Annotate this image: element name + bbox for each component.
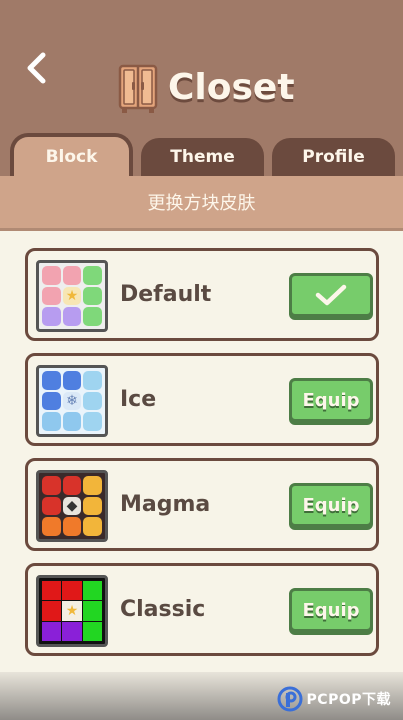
equip-button-classic[interactable]: Equip <box>289 588 373 632</box>
page-title: Closet <box>168 67 295 108</box>
skin-card-default: ★ Default <box>25 248 379 341</box>
watermark-text: PCPOP下载 <box>306 692 391 708</box>
skin-name: Default <box>120 282 212 307</box>
skin-preview-default: ★ <box>36 260 108 332</box>
skin-card-classic: ★ Classic Equip <box>25 563 379 656</box>
tab-theme[interactable]: Theme <box>141 138 264 176</box>
checkmark-icon <box>315 284 347 306</box>
skin-preview-classic: ★ <box>36 575 108 647</box>
star-icon: ★ <box>65 602 79 619</box>
equipped-button[interactable] <box>289 273 373 317</box>
equip-button-ice[interactable]: Equip <box>289 378 373 422</box>
closet-icon <box>118 64 158 113</box>
watermark: PCPOP下载 <box>277 684 391 714</box>
skin-card-magma: ◆ Magma Equip <box>25 458 379 551</box>
section-subtitle-bar: 更换方块皮肤 <box>0 176 403 231</box>
diamond-icon: ◆ <box>66 497 78 514</box>
chevron-left-icon <box>27 52 46 84</box>
star-icon: ★ <box>65 287 79 304</box>
skin-preview-magma: ◆ <box>36 470 108 542</box>
section-subtitle: 更换方块皮肤 <box>147 193 256 214</box>
skin-name: Classic <box>120 597 206 622</box>
skin-name: Magma <box>120 492 211 517</box>
skin-name: Ice <box>120 387 157 412</box>
snowflake-icon: ❄ <box>66 392 78 409</box>
skin-card-ice: ❄ Ice Equip <box>25 353 379 446</box>
tab-profile[interactable]: Profile <box>272 138 395 176</box>
skin-preview-ice: ❄ <box>36 365 108 437</box>
pcpop-logo-icon <box>277 686 303 712</box>
equip-button-magma[interactable]: Equip <box>289 483 373 527</box>
tab-block[interactable]: Block <box>10 133 133 181</box>
back-button[interactable] <box>18 48 54 88</box>
